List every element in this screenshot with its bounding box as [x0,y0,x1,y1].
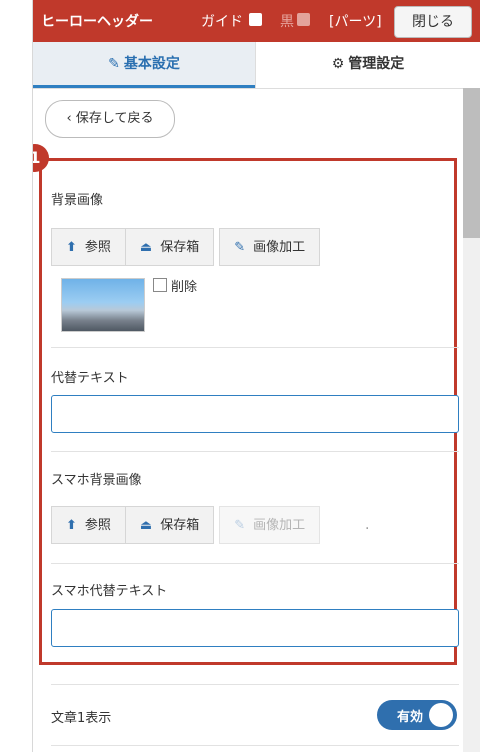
divider [51,563,459,564]
sp-image-suffix: . [365,517,370,533]
sp-background-image-buttons: ⬆ 参照 ⏏ 保存箱 ✎ 画像加工 [51,506,321,544]
background-image-label: 背景画像 [51,193,104,208]
divider [51,451,459,452]
browse-button[interactable]: ⬆ 参照 [51,228,126,266]
divider [51,347,459,348]
brush-icon: ✎ [234,240,246,255]
inbox-icon: ⏏ [139,240,153,255]
storage-box-button[interactable]: ⏏ 保存箱 [124,228,215,266]
panel-header: ヒーローヘッダー ガイド 黒 [パーツ] 閉じる [33,0,480,42]
black-checkbox[interactable] [297,13,310,26]
chevron-left-icon: ‹ [66,111,76,126]
image-edit-button[interactable]: ✎ 画像加工 [219,228,321,266]
black-label: 黒 [280,14,294,30]
tab-label: 管理設定 [348,56,405,72]
inbox-icon: ⏏ [139,518,153,533]
background-image-thumbnail [61,278,145,332]
alt-text-input[interactable] [51,395,459,433]
upload-icon: ⬆ [66,518,77,533]
upload-icon: ⬆ [66,240,77,255]
parts-link[interactable]: [パーツ] [329,11,382,31]
toggle-knob [429,703,453,727]
sp-background-image-label: スマホ背景画像 [51,473,142,488]
edit-icon: ✎ [108,56,120,72]
sp-browse-button[interactable]: ⬆ 参照 [51,506,126,544]
checkbox-icon [153,278,167,292]
save-and-back-label: 保存して戻る [75,111,154,126]
tab-admin-settings[interactable]: ⚙ 管理設定 [255,42,480,88]
scrollbar-thumb[interactable] [463,88,480,238]
sp-image-edit-button: ✎ 画像加工 [219,506,321,544]
text1-display-label: 文章1表示 [51,711,112,726]
delete-label: 削除 [171,280,198,295]
sp-alt-text-label: スマホ代替テキスト [51,584,168,599]
tab-label: 基本設定 [123,56,180,72]
alt-text-label: 代替テキスト [51,371,129,386]
panel-title: ヒーローヘッダー [41,14,153,30]
gear-icon: ⚙ [331,56,345,72]
save-and-back-button[interactable]: ‹ 保存して戻る [45,100,175,138]
sp-alt-text-input[interactable] [51,609,459,647]
toggle-label: 有効 [397,710,424,725]
tab-bar: ✎ 基本設定 ⚙ 管理設定 [33,42,480,89]
delete-checkbox[interactable]: 削除 [153,276,197,295]
text1-display-toggle[interactable]: 有効 [377,700,457,730]
guide-checkbox[interactable] [249,13,262,26]
sp-storage-box-button[interactable]: ⏏ 保存箱 [124,506,215,544]
divider [51,684,459,685]
divider [51,745,459,746]
background-image-buttons: ⬆ 参照 ⏏ 保存箱 ✎ 画像加工 [51,228,321,266]
guide-label: ガイド [201,14,243,30]
close-button[interactable]: 閉じる [394,6,472,38]
brush-icon: ✎ [234,518,246,533]
editor-panel: ヒーローヘッダー ガイド 黒 [パーツ] 閉じる ✎ 基本設定 ⚙ 管理設定 ‹ 保… [32,0,480,752]
tab-basic-settings[interactable]: ✎ 基本設定 [33,42,255,88]
